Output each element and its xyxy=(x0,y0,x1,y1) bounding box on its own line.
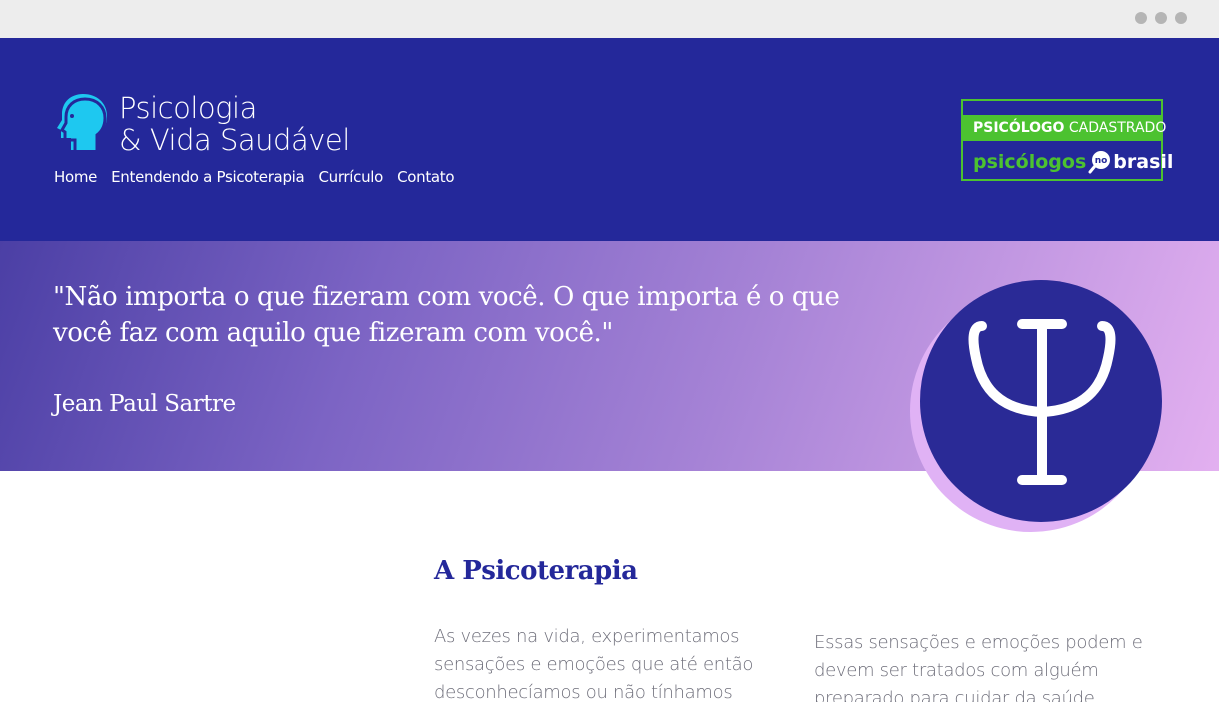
section-title: A Psicoterapia xyxy=(434,556,638,586)
dot-icon xyxy=(1155,12,1167,24)
badge-no: no xyxy=(1095,156,1108,166)
head-profile-icon xyxy=(57,94,107,154)
nav-entendendo-psicoterapia[interactable]: Entendendo a Psicoterapia xyxy=(111,168,305,186)
window-menu-dots[interactable] xyxy=(1135,12,1187,24)
site-title-line2: & Vida Saudável xyxy=(119,123,350,157)
nav-home[interactable]: Home xyxy=(54,168,97,186)
psicologo-cadastrado-badge[interactable]: PSICÓLOGO CADASTRADO psicólogos no brasi… xyxy=(961,99,1173,181)
badge-bottom-label: psicólogos no brasil xyxy=(963,145,1173,179)
browser-chrome xyxy=(0,0,1219,38)
nav-curriculo[interactable]: Currículo xyxy=(318,168,383,186)
site-header: Psicologia & Vida Saudável Home Entenden… xyxy=(0,38,1219,241)
psi-symbol-icon xyxy=(968,319,1116,485)
nav-contato[interactable]: Contato xyxy=(397,168,455,186)
site-title: Psicologia & Vida Saudável xyxy=(119,92,350,156)
badge-top-bold: PSICÓLOGO xyxy=(973,120,1065,136)
badge-psicologos: psicólogos xyxy=(973,151,1087,173)
badge-top-rest: CADASTRADO xyxy=(1064,120,1167,136)
badge-top-label: PSICÓLOGO CADASTRADO xyxy=(963,115,1166,141)
hero-quote-author: Jean Paul Sartre xyxy=(53,391,236,417)
psi-emblem xyxy=(910,280,1162,532)
content-column-1: As vezes na vida, experimentamos sensaçõ… xyxy=(434,626,754,702)
psi-emblem-circle xyxy=(920,280,1162,522)
badge-brasil: brasil xyxy=(1113,151,1174,173)
magnifier-icon: no xyxy=(1087,149,1113,175)
site-logo[interactable]: Psicologia & Vida Saudável xyxy=(55,92,350,156)
hero-quote: "Não importa o que fizeram com você. O q… xyxy=(53,282,840,348)
dot-icon xyxy=(1135,12,1147,24)
site-title-line1: Psicologia xyxy=(119,91,257,125)
dot-icon xyxy=(1175,12,1187,24)
content-column-2: Essas sensações e emoções podem e devem … xyxy=(814,632,1143,702)
main-nav: Home Entendendo a Psicoterapia Currículo… xyxy=(54,168,455,186)
